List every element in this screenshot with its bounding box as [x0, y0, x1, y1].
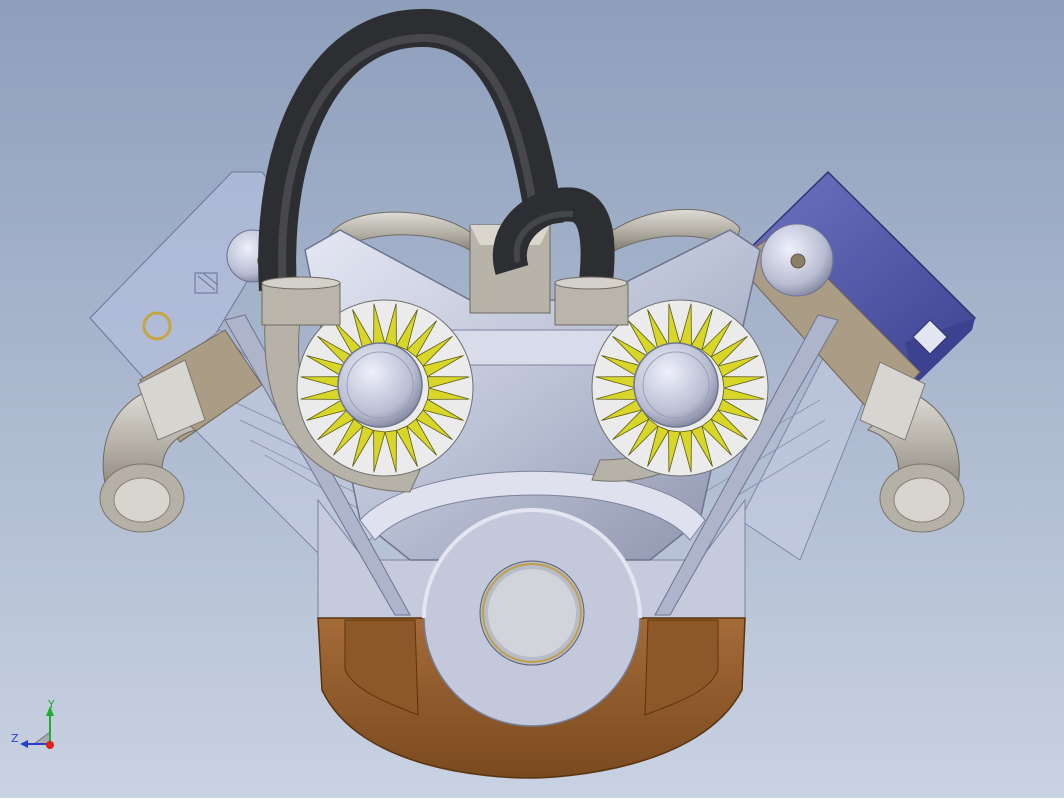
crank-cover [422, 508, 642, 727]
cad-3d-viewport[interactable]: Y Z [0, 0, 1064, 798]
z-axis-label: Z [11, 732, 19, 745]
axis-triad-labels: Y Z [8, 698, 60, 756]
y-axis-label: Y [48, 698, 55, 711]
